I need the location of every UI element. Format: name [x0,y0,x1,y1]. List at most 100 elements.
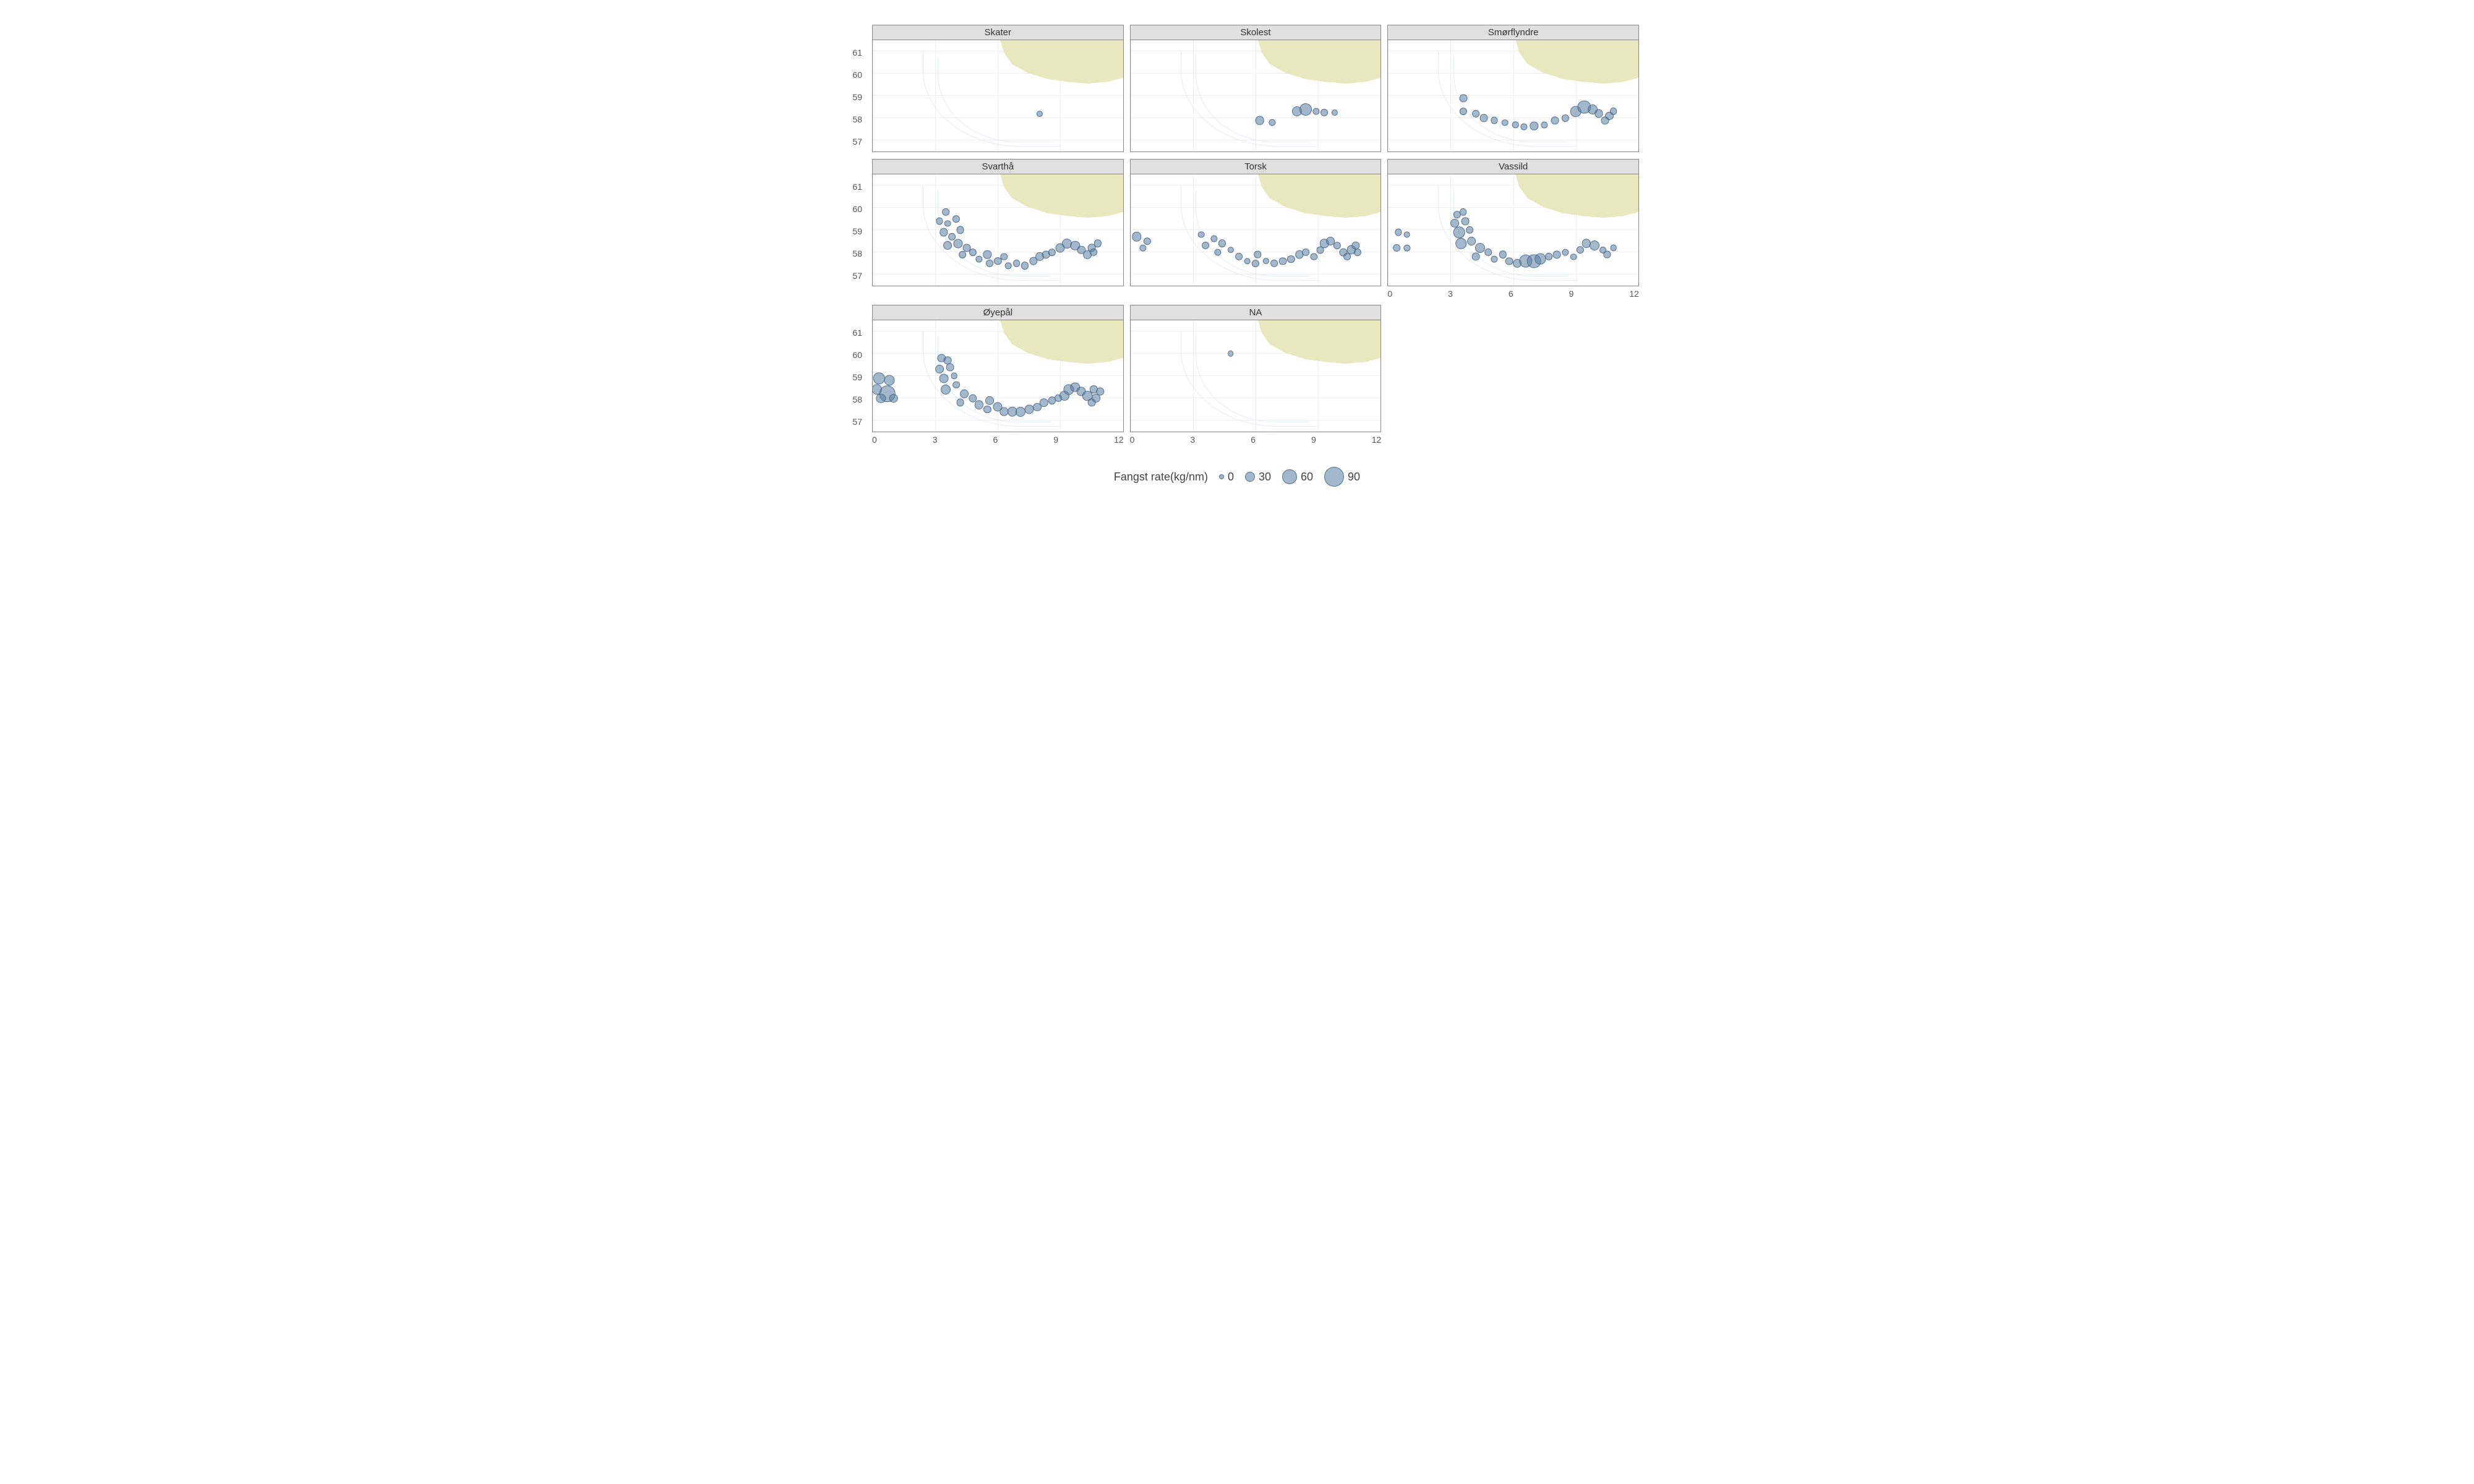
data-point [1480,114,1488,122]
data-point [956,399,964,407]
data-point [1610,108,1617,115]
data-point [1143,237,1150,245]
data-point [1551,116,1559,124]
y-tick: 58 [852,249,862,258]
x-tick: 6 [1251,435,1256,445]
data-point [1235,253,1243,260]
legend-bubble-icon [1245,472,1255,482]
y-tick: 57 [852,137,862,147]
data-point [884,375,894,386]
y-tick: 57 [852,417,862,427]
facet-title: Skolest [1131,25,1381,40]
data-point [1610,244,1617,251]
x-tick: 6 [1509,289,1513,299]
legend-bubble-icon [1324,467,1344,487]
data-point [1467,237,1476,245]
x-tick: 0 [872,435,877,445]
data-point [1459,94,1467,102]
data-point [1270,260,1278,267]
data-point [1132,232,1141,241]
y-tick: 60 [852,70,862,80]
facet-Skater: Skater [872,25,1124,153]
data-point [1333,242,1340,249]
facet-Skolest: Skolest [1130,25,1382,153]
plot-area [1388,174,1638,286]
x-axis: 0 3 6 9 12 [1387,286,1639,299]
plot-area [1131,174,1381,286]
x-tick: 6 [993,435,998,445]
data-point [1403,231,1410,238]
data-point [986,260,993,267]
x-tick: 9 [1053,435,1058,445]
data-point [1228,351,1234,357]
x-tick: 3 [1190,435,1195,445]
facet-Torsk: Torsk [1130,159,1382,299]
data-point [942,208,949,216]
data-point [943,241,952,250]
data-point [1090,249,1098,256]
data-point [935,365,944,373]
data-point [954,239,963,248]
plot-area [873,320,1123,432]
data-point [1453,226,1465,238]
data-point [1139,244,1146,251]
x-tick: 12 [1629,289,1639,299]
data-point [1466,226,1473,234]
data-point [1604,251,1611,258]
data-point [1393,244,1400,252]
data-point [959,251,966,258]
y-tick: 61 [852,182,862,192]
data-point [1024,405,1034,414]
data-point [985,396,994,405]
data-point [951,373,957,380]
facet-title: Øyepål [873,305,1123,320]
data-point [1255,116,1264,125]
data-point [1512,121,1519,128]
x-tick: 9 [1569,289,1574,299]
plot-area [873,40,1123,151]
x-tick: 9 [1311,435,1316,445]
facet-title: Vassild [1388,160,1638,174]
data-point [1553,250,1561,258]
legend-label: 60 [1301,471,1313,484]
x-axis: 0 3 6 9 12 [872,432,1124,445]
legend-label: 30 [1259,471,1271,484]
legend-item: 30 [1245,471,1271,484]
facet-Svarthå: Svarthå [872,159,1124,299]
plot-area [873,174,1123,286]
data-point [1484,249,1492,256]
x-tick: 3 [933,435,938,445]
data-point [1502,119,1509,126]
data-point [1545,253,1552,260]
x-tick: 0 [1130,435,1135,445]
facet-title: Skater [873,25,1123,40]
x-tick: 3 [1448,289,1453,299]
y-tick: 58 [852,394,862,404]
data-point [1456,238,1467,249]
y-tick: 59 [852,226,862,236]
legend-bubble-icon [1219,474,1224,479]
data-point [1198,231,1205,238]
facet-title: Svarthå [873,160,1123,174]
data-point [873,372,885,384]
y-tick: 61 [852,48,862,58]
data-point [1472,110,1479,117]
data-point [946,363,954,371]
y-tick: 57 [852,271,862,281]
x-tick: 12 [1372,435,1382,445]
x-tick: 0 [1387,289,1392,299]
facet-Vassild: Vassild 0 3 6 9 12 [1387,159,1639,299]
data-point [1354,249,1361,256]
data-point [1244,258,1251,265]
data-point [1403,244,1410,251]
legend-bubble-icon [1282,469,1297,484]
x-tick: 12 [1114,435,1124,445]
data-point [960,390,969,398]
plot-area [1131,320,1381,432]
legend-item: 90 [1324,467,1360,487]
facet-chart: 5758596061SkaterSkolestSmørflyndre575859… [835,25,1639,487]
y-tick: 60 [852,204,862,214]
data-point [941,385,951,394]
y-tick: 59 [852,92,862,102]
data-point [956,226,964,234]
